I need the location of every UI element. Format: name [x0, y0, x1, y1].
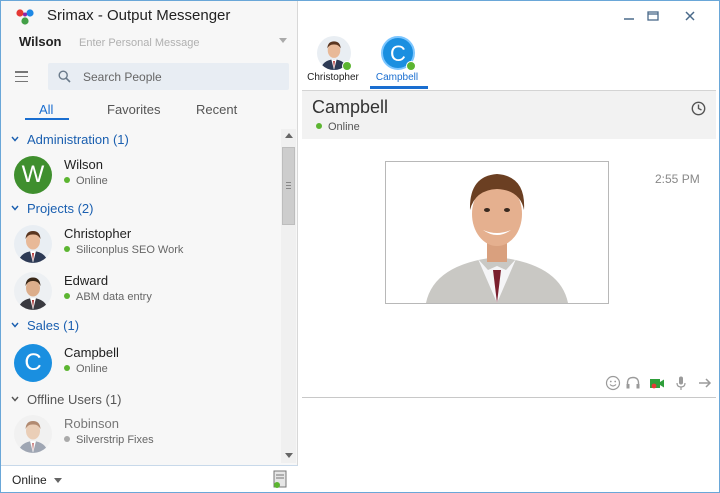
- group-sales[interactable]: Sales (1): [1, 316, 281, 336]
- app-logo-icon: [16, 9, 34, 25]
- messenger-window: Srimax - Output Messenger Wilson All Fav…: [0, 0, 720, 493]
- avatar: [14, 272, 52, 310]
- contact-status: ABM data entry: [64, 291, 152, 303]
- search-input[interactable]: [83, 67, 283, 86]
- status-text: Online: [76, 363, 108, 375]
- headset-icon[interactable]: [625, 375, 641, 391]
- online-dot: [64, 246, 70, 252]
- chat-contact-status: Online: [316, 121, 360, 133]
- chevron-down-icon: [11, 136, 19, 142]
- contact-status: Online: [64, 175, 108, 187]
- chat-tab-campbell[interactable]: C Campbell: [367, 33, 428, 89]
- status-text: ABM data entry: [76, 291, 152, 303]
- avatar: W: [14, 156, 52, 194]
- active-tab-indicator: [25, 118, 69, 120]
- scroll-down-icon[interactable]: [285, 453, 293, 458]
- composer-toolbar: [605, 375, 715, 393]
- chat-pane: Christopher C Campbell Campbell Online 2…: [299, 1, 719, 492]
- scroll-up-icon[interactable]: [285, 133, 293, 138]
- contact-list: Administration (1) W Wilson Online Proje…: [1, 129, 281, 463]
- avatar: C: [14, 344, 52, 382]
- chat-tab-christopher[interactable]: Christopher: [303, 33, 363, 89]
- contact-name: Robinson: [64, 416, 119, 431]
- status-bar: Online: [1, 465, 298, 492]
- contact-robinson[interactable]: Robinson Silverstrip Fixes: [1, 412, 281, 458]
- send-icon[interactable]: [697, 375, 713, 391]
- contact-status: Siliconplus SEO Work: [64, 244, 183, 256]
- menu-icon[interactable]: [15, 71, 28, 83]
- group-label: Sales (1): [27, 318, 80, 333]
- offline-dot: [64, 436, 70, 442]
- chat-tabs: Christopher C Campbell: [299, 33, 719, 89]
- online-dot: [64, 293, 70, 299]
- chat-tab-label: Campbell: [375, 72, 419, 83]
- personal-message-input[interactable]: [79, 34, 289, 52]
- search-box[interactable]: [48, 63, 289, 90]
- avatar: [14, 225, 52, 263]
- shared-image-message[interactable]: [385, 161, 609, 304]
- contact-edward[interactable]: Edward ABM data entry: [1, 269, 281, 315]
- tab-all[interactable]: All: [39, 102, 53, 117]
- contact-status: Silverstrip Fixes: [64, 434, 154, 446]
- group-label: Offline Users (1): [27, 392, 122, 407]
- online-dot: [342, 61, 352, 71]
- history-icon[interactable]: [691, 101, 706, 116]
- active-chat-tab-indicator: [370, 86, 428, 89]
- contact-name: Wilson: [64, 157, 104, 172]
- contact-name: Edward: [64, 273, 109, 288]
- personal-message-dropdown-icon[interactable]: [279, 38, 287, 43]
- group-label: Administration (1): [27, 132, 129, 147]
- grip-icon: [286, 182, 291, 189]
- tab-recent[interactable]: Recent: [196, 102, 237, 117]
- chat-tab-label: Christopher: [307, 72, 359, 83]
- group-projects[interactable]: Projects (2): [1, 199, 281, 219]
- contact-christopher[interactable]: Christopher Siliconplus SEO Work: [1, 222, 281, 268]
- avatar: [14, 415, 52, 453]
- message-time: 2:55 PM: [655, 172, 700, 186]
- status-text: Siliconplus SEO Work: [76, 244, 184, 256]
- tab-favorites[interactable]: Favorites: [107, 102, 160, 117]
- status-selector[interactable]: Online: [12, 473, 47, 487]
- contact-name: Campbell: [64, 345, 119, 360]
- contact-name: Christopher: [64, 226, 132, 241]
- person-photo: [386, 162, 608, 303]
- search-icon: [58, 70, 71, 83]
- video-icon[interactable]: [649, 375, 665, 391]
- chat-header: Campbell Online: [302, 90, 716, 139]
- chat-contact-name: Campbell: [312, 97, 389, 117]
- minimize-icon[interactable]: [622, 10, 636, 22]
- composer-divider: [302, 397, 716, 398]
- emoji-icon[interactable]: [605, 375, 621, 391]
- status-text: Online: [328, 121, 360, 133]
- server-icon[interactable]: [273, 470, 287, 489]
- maximize-icon[interactable]: [646, 10, 660, 22]
- chevron-down-icon: [11, 205, 19, 211]
- group-administration[interactable]: Administration (1): [1, 130, 281, 150]
- chevron-down-icon: [11, 322, 19, 328]
- close-icon[interactable]: [683, 10, 697, 22]
- contacts-pane: Srimax - Output Messenger Wilson All Fav…: [1, 1, 298, 492]
- chevron-down-icon: [11, 396, 19, 402]
- online-dot: [64, 177, 70, 183]
- scrollbar-thumb[interactable]: [282, 147, 295, 225]
- title-bar: Srimax - Output Messenger: [1, 1, 298, 31]
- chevron-down-icon[interactable]: [54, 478, 62, 483]
- online-dot: [406, 61, 416, 71]
- my-name: Wilson: [19, 34, 62, 49]
- online-dot: [316, 123, 322, 129]
- online-dot: [64, 365, 70, 371]
- contact-wilson[interactable]: W Wilson Online: [1, 153, 281, 199]
- group-offline-users[interactable]: Offline Users (1): [1, 390, 281, 410]
- message-input[interactable]: [307, 402, 711, 486]
- app-title: Srimax - Output Messenger: [47, 7, 231, 24]
- microphone-icon[interactable]: [673, 375, 689, 391]
- status-text: Online: [76, 175, 108, 187]
- status-text: Silverstrip Fixes: [76, 434, 154, 446]
- group-label: Projects (2): [27, 201, 94, 216]
- contact-campbell[interactable]: C Campbell Online: [1, 341, 281, 387]
- contact-tabs: All Favorites Recent: [1, 99, 298, 121]
- contact-status: Online: [64, 363, 108, 375]
- contact-list-scrollbar[interactable]: [281, 129, 296, 463]
